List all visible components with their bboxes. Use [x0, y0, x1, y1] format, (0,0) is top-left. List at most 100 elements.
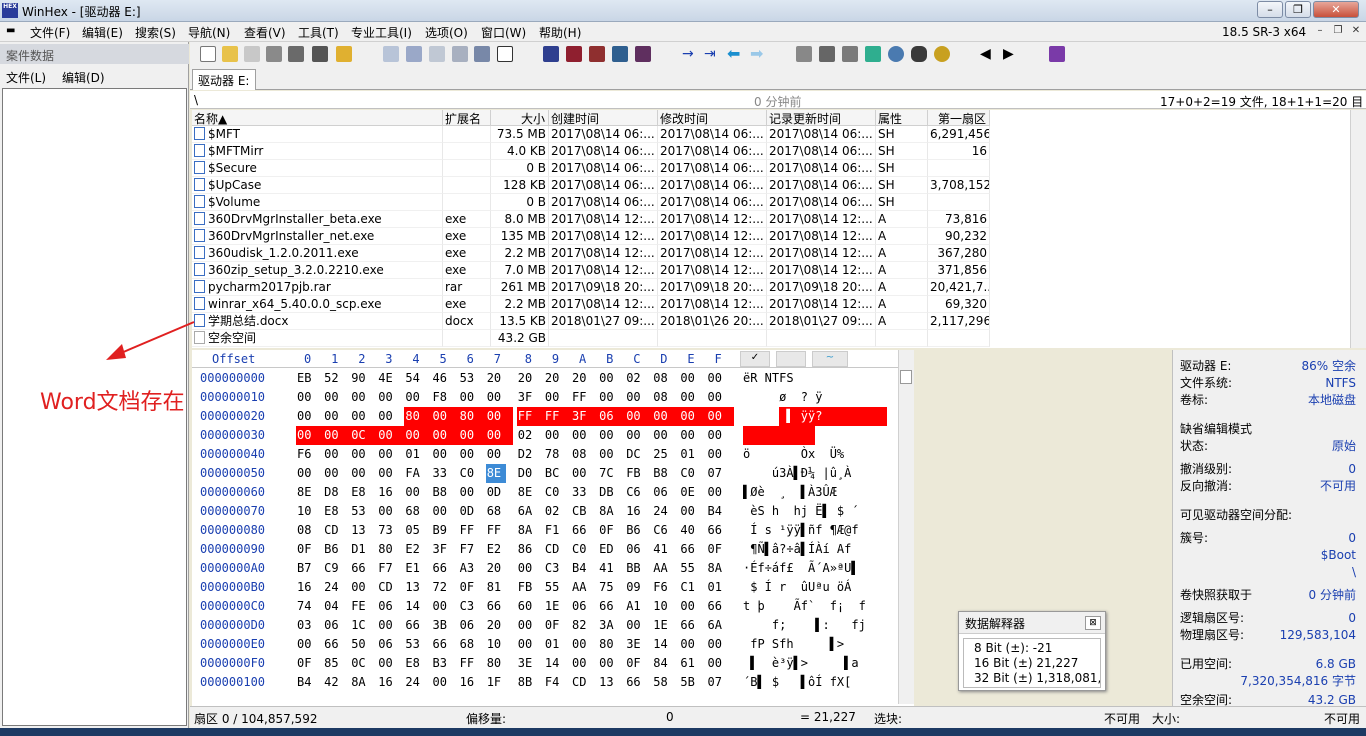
hex-byte[interactable]: 75 [598, 578, 626, 597]
hex-byte[interactable]: 00 [707, 426, 735, 445]
menu-edit[interactable]: 编辑(E) [82, 24, 123, 41]
hex-byte[interactable]: CD [571, 673, 599, 692]
hex-byte[interactable]: FB [517, 578, 545, 597]
back-arrow-icon[interactable]: ⬅ [727, 46, 743, 62]
hex-byte[interactable]: B8 [432, 483, 460, 502]
hex-byte[interactable]: B6 [625, 521, 653, 540]
hex-byte[interactable]: 6A [707, 616, 735, 635]
replace-hex-icon[interactable] [589, 46, 605, 62]
hex-byte[interactable]: 0F [459, 578, 487, 597]
hex-byte[interactable]: 06 [571, 597, 599, 616]
hex-byte[interactable]: 02 [517, 426, 545, 445]
hex-byte[interactable]: 66 [432, 559, 460, 578]
hex-byte[interactable]: 55 [679, 559, 707, 578]
hex-byte[interactable]: 55 [544, 578, 572, 597]
hex-byte[interactable]: 74 [296, 597, 324, 616]
hex-byte[interactable]: 00 [323, 445, 351, 464]
column-first-sector[interactable]: 第一扇区 [928, 110, 990, 126]
hex-byte[interactable]: 20 [486, 559, 514, 578]
hex-ascii[interactable]: èS h hj Ë▌ $ ´ [743, 502, 887, 521]
hex-byte[interactable]: 06 [323, 616, 351, 635]
find-next-icon[interactable] [635, 46, 651, 62]
hex-byte[interactable]: 00 [485, 407, 514, 426]
hex-byte[interactable]: AA [571, 578, 599, 597]
menu-navigate[interactable]: 导航(N) [188, 24, 230, 41]
hex-byte[interactable]: 00 [598, 445, 626, 464]
hex-byte[interactable]: 00 [679, 388, 707, 407]
hex-byte[interactable]: 00 [323, 407, 351, 426]
hex-byte[interactable]: BB [625, 559, 653, 578]
hex-byte[interactable]: 00 [296, 388, 324, 407]
mdi-restore-button[interactable]: ❐ [1331, 25, 1345, 38]
hex-byte[interactable]: 00 [350, 578, 378, 597]
hex-byte[interactable]: CD [544, 540, 572, 559]
hex-ascii[interactable]: ¶Ñ▌â?÷â▌ÍÀí Af [743, 540, 887, 559]
disk-icon[interactable] [796, 46, 812, 62]
hex-byte[interactable]: 00 [679, 426, 707, 445]
hex-byte[interactable]: 40 [679, 521, 707, 540]
hex-byte[interactable]: 00 [377, 407, 405, 426]
hex-byte[interactable]: BC [544, 464, 572, 483]
hex-byte[interactable]: 82 [571, 616, 599, 635]
paste-icon[interactable] [452, 46, 468, 62]
book-icon[interactable] [1049, 46, 1065, 62]
hex-byte[interactable]: 8E [517, 483, 545, 502]
hex-byte[interactable]: C0 [679, 464, 707, 483]
hex-byte[interactable]: 73 [377, 521, 405, 540]
hex-byte[interactable]: 3A [598, 616, 626, 635]
case-menu-edit[interactable]: 编辑(D) [62, 69, 105, 86]
prev-icon[interactable]: ◀ [980, 46, 996, 62]
column-attributes[interactable]: 属性 [876, 110, 928, 126]
hex-byte[interactable]: CD [323, 521, 351, 540]
hex-byte[interactable]: 00 [707, 654, 735, 673]
hex-byte[interactable]: 80 [458, 407, 487, 426]
hex-byte[interactable]: 00 [432, 445, 460, 464]
hex-byte[interactable]: FB [625, 464, 653, 483]
hex-byte[interactable]: E2 [486, 540, 514, 559]
hex-byte[interactable]: 00 [517, 559, 545, 578]
goto-offset-icon[interactable]: → [682, 46, 698, 62]
hex-byte[interactable]: 00 [679, 369, 707, 388]
hex-ascii[interactable]: ·Éf÷áf£ Ã´A»ªU▌ [743, 559, 887, 578]
file-row[interactable]: $Secure 0 B 2017\08\14 06:... 2017\08\14 06… [192, 160, 990, 177]
menu-search[interactable]: 搜索(S) [135, 24, 176, 41]
hex-byte[interactable]: FF [571, 388, 599, 407]
hex-ascii[interactable]: ▌ ▌ ÿÿ? [743, 407, 887, 426]
hex-ascii[interactable]: fP Sfh ▌> [743, 635, 887, 654]
wave-icon[interactable]: ~ [812, 351, 848, 367]
hex-byte[interactable]: 01 [707, 578, 735, 597]
hex-byte[interactable]: 13 [404, 578, 432, 597]
hex-byte[interactable]: 00 [377, 502, 405, 521]
hex-byte[interactable]: 84 [652, 654, 680, 673]
hex-byte[interactable]: 00 [544, 388, 572, 407]
hex-byte[interactable]: 00 [296, 635, 324, 654]
hex-byte[interactable]: 1E [544, 597, 572, 616]
hex-byte[interactable]: ED [598, 540, 626, 559]
hex-byte[interactable]: 52 [323, 369, 351, 388]
hex-byte[interactable]: D8 [323, 483, 351, 502]
hex-byte[interactable]: 00 [679, 597, 707, 616]
hex-byte[interactable]: B8 [652, 464, 680, 483]
print-icon[interactable] [266, 46, 282, 62]
check-icon[interactable]: ✓ [740, 351, 770, 367]
properties-icon[interactable] [288, 46, 304, 62]
hex-byte[interactable]: 00 [598, 426, 626, 445]
hex-byte[interactable]: 00 [679, 407, 707, 426]
undo-icon[interactable] [383, 46, 399, 62]
hex-byte[interactable]: 1E [652, 616, 680, 635]
hex-byte[interactable]: 06 [598, 407, 626, 426]
hex-byte[interactable]: 13 [598, 673, 626, 692]
file-row[interactable]: pycharm2017pjb.rar rar 261 MB 2017\09\18 20… [192, 279, 990, 296]
hex-byte[interactable]: 24 [323, 578, 351, 597]
hex-byte[interactable]: 66 [707, 521, 735, 540]
hex-byte[interactable]: 6A [517, 502, 545, 521]
column-modified[interactable]: 修改时间 [658, 110, 767, 126]
hex-byte[interactable]: 00 [571, 635, 599, 654]
hex-byte[interactable]: E8 [350, 483, 378, 502]
maximize-button[interactable]: ❐ [1285, 1, 1311, 18]
hex-byte[interactable]: 01 [404, 445, 432, 464]
menu-file[interactable]: 文件(F) [30, 24, 70, 41]
hex-byte[interactable]: 00 [625, 388, 653, 407]
hex-byte[interactable]: 0E [679, 483, 707, 502]
hex-byte[interactable]: 00 [598, 654, 626, 673]
